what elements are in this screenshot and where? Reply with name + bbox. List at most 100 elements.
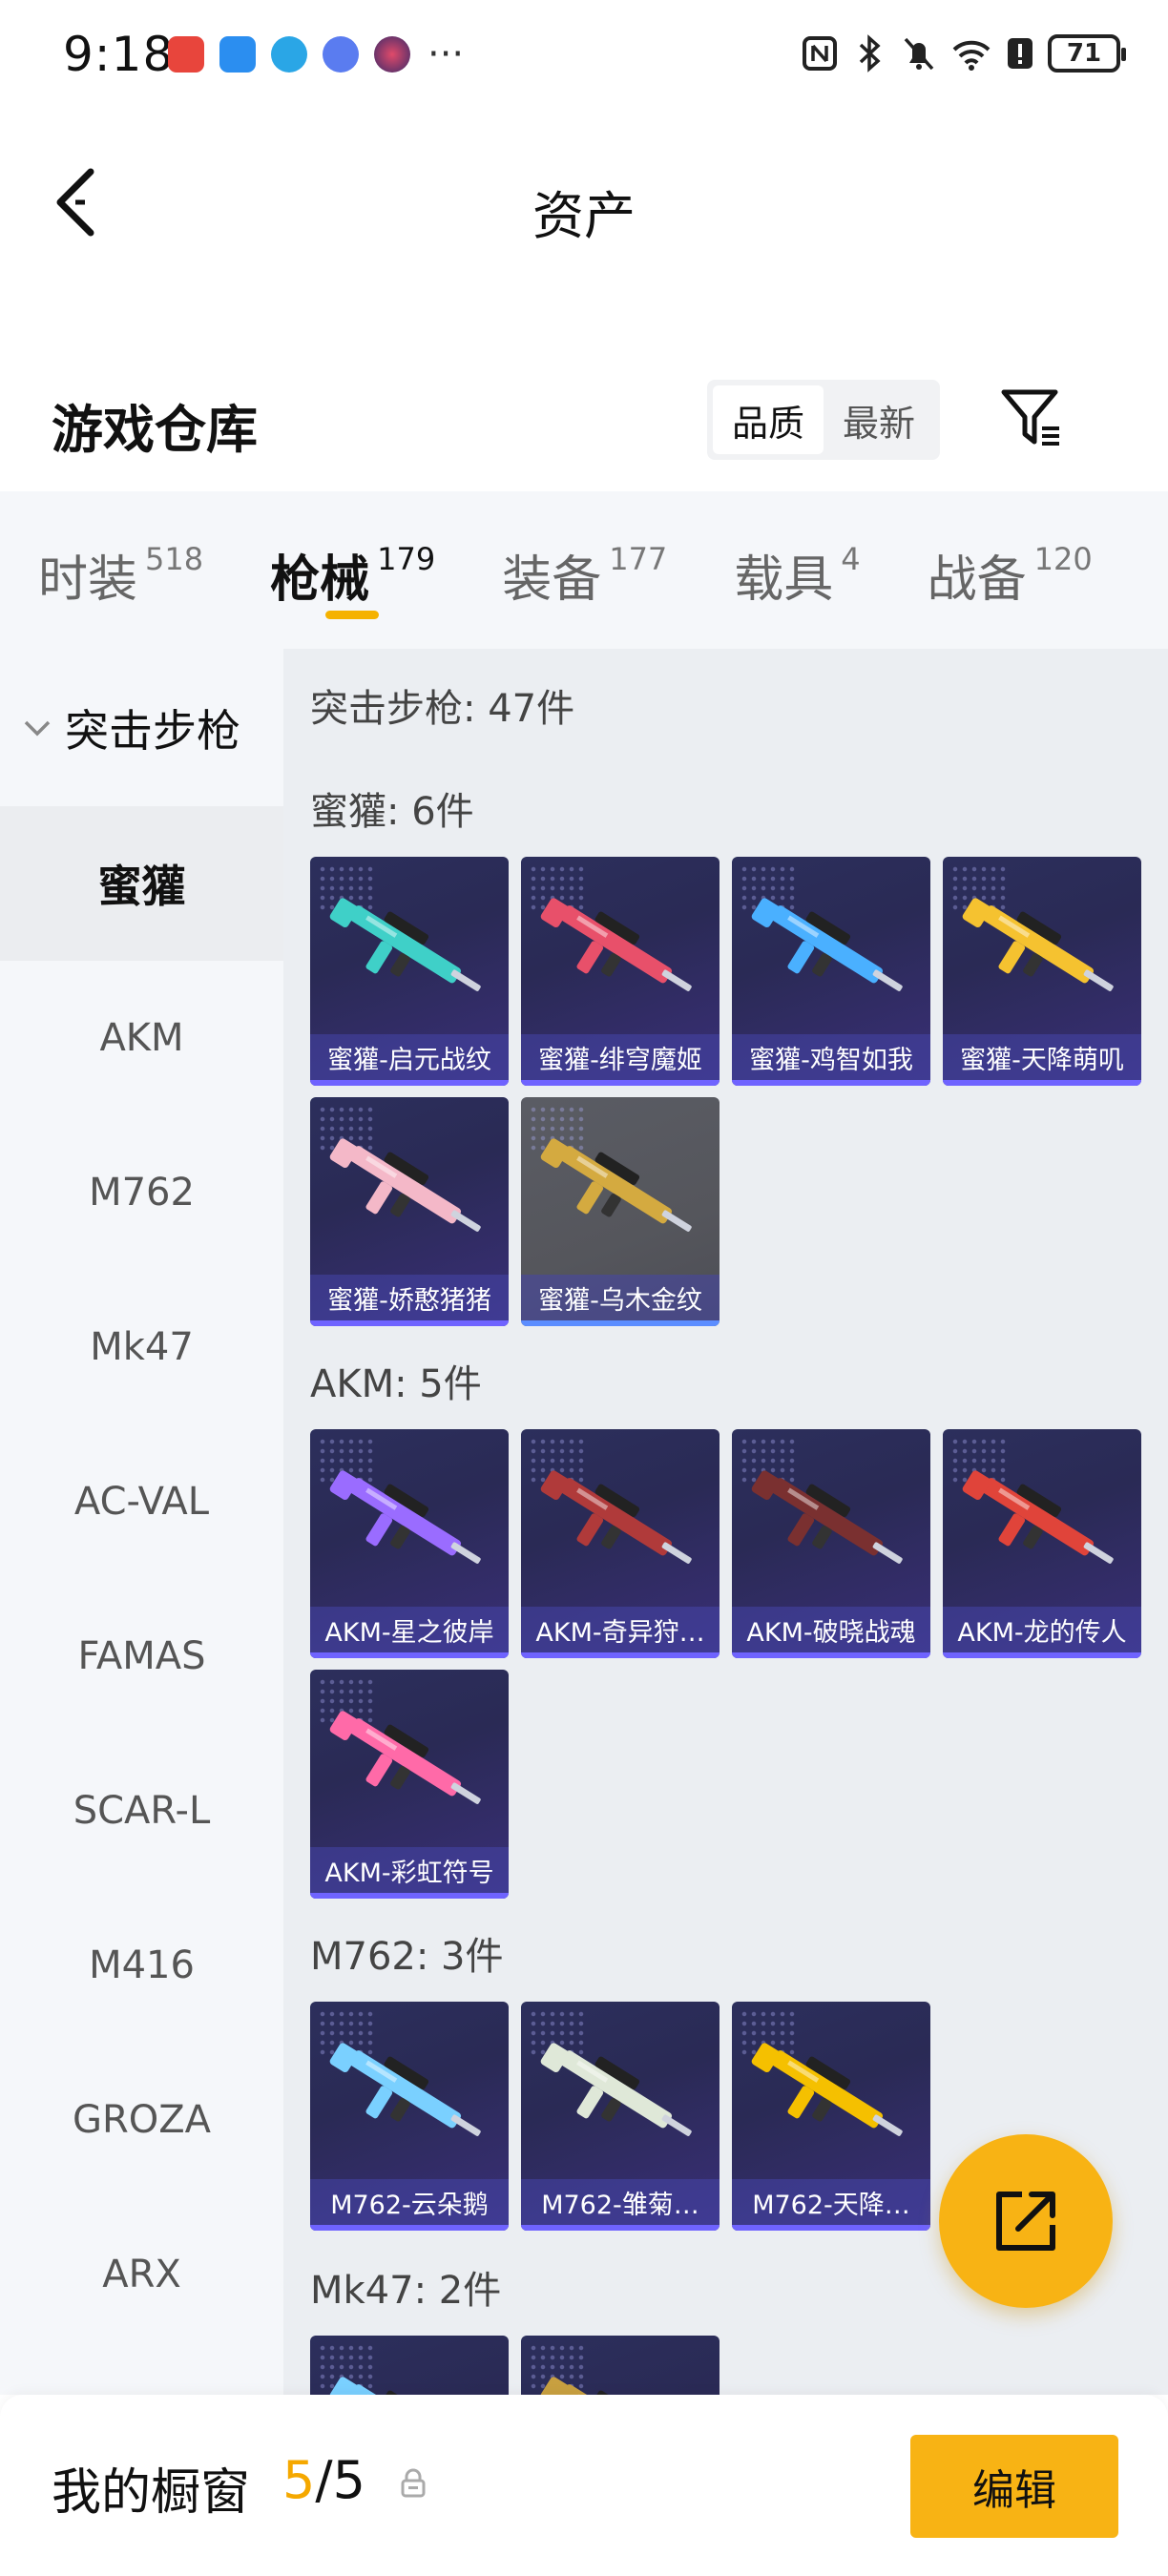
- sidenav-item-honey-badger[interactable]: 蜜獾: [0, 806, 283, 961]
- weapon-skin-card[interactable]: AKM-破晓战魂: [732, 1429, 930, 1658]
- weapon-skin-name: AKM-彩虹符号: [310, 1847, 509, 1893]
- category-tabs: 时装 518 枪械 179 装备 177 载具 4 战备 120: [0, 491, 1168, 649]
- weapon-skin-card[interactable]: 蜜獾-绯穹魔姬: [521, 857, 720, 1086]
- group-title-m762: M762: 3件: [310, 1935, 504, 1979]
- sidenav-category-header[interactable]: 突击步枪: [0, 649, 283, 806]
- tab-firearms[interactable]: 枪械 179: [270, 491, 436, 619]
- lock-icon: [401, 2468, 426, 2498]
- alert-icon: [1008, 38, 1032, 69]
- tab-fashion[interactable]: 时装 518: [38, 491, 203, 611]
- rarity-bar: [310, 1893, 509, 1899]
- status-bar: 9:18 ··· 71: [0, 0, 1168, 114]
- weapon-skin-name: M762-云朵鹅: [310, 2179, 509, 2225]
- rarity-bar: [310, 1652, 509, 1658]
- weapon-skin-card[interactable]: AKM-彩虹符号: [310, 1670, 509, 1899]
- rarity-bar: [521, 2225, 720, 2231]
- active-tab-indicator: [325, 611, 380, 619]
- rarity-bar: [310, 1320, 509, 1326]
- more-notifications-icon: ···: [428, 32, 465, 76]
- rarity-bar: [310, 1080, 509, 1086]
- sidenav-item-arx[interactable]: ARX: [0, 2197, 283, 2352]
- rarity-bar: [521, 1652, 720, 1658]
- chevron-down-icon: [24, 720, 51, 736]
- weapon-skin-card[interactable]: 蜜獾-娇憨猪猪: [310, 1097, 509, 1326]
- weapon-skin-list[interactable]: 突击步枪: 47件 蜜獾: 6件 AKM: 5件 M762: 3件 Mk47: …: [283, 649, 1168, 2395]
- status-app-icons: ···: [168, 32, 465, 76]
- game-avatar-icon: [374, 36, 410, 73]
- tab-count: 518: [145, 541, 204, 577]
- weapon-category-nav: 突击步枪 蜜獾 AKM M762 Mk47 AC-VAL FAMAS SCAR-…: [0, 649, 283, 2395]
- rarity-bar: [732, 1080, 930, 1086]
- huawei-store-icon: [168, 36, 204, 73]
- weapon-skin-name: AKM-破晓战魂: [732, 1607, 930, 1652]
- weapon-skin-card[interactable]: [310, 2336, 509, 2395]
- rarity-bar: [732, 1652, 930, 1658]
- weapon-skin-image: [329, 2043, 481, 2136]
- tab-label: 枪械: [270, 551, 370, 609]
- status-time: 9:18: [63, 27, 175, 82]
- tab-count: 120: [1033, 541, 1093, 577]
- group-title-akm: AKM: 5件: [310, 1362, 482, 1406]
- filter-button[interactable]: [998, 380, 1065, 456]
- nfc-icon: [803, 36, 837, 71]
- weapon-skin-image: [329, 1470, 481, 1564]
- sort-latest-button[interactable]: 最新: [824, 385, 934, 454]
- group-title-honey-badger: 蜜獾: 6件: [310, 790, 474, 834]
- app-icon-blue: [219, 36, 256, 73]
- sidenav-item-m762[interactable]: M762: [0, 1115, 283, 1270]
- weapon-skin-image: [540, 1470, 692, 1564]
- rarity-bar: [310, 2225, 509, 2231]
- weapon-skin-card[interactable]: 蜜獾-鸡智如我: [732, 857, 930, 1086]
- weapon-skin-card[interactable]: 蜜獾-乌木金纹: [521, 1097, 720, 1326]
- sidenav-item-mk47[interactable]: Mk47: [0, 1270, 283, 1424]
- warehouse-header: 游戏仓库 品质 最新: [0, 361, 1168, 475]
- weapon-skin-card[interactable]: M762-天降…: [732, 2002, 930, 2231]
- tab-supplies[interactable]: 战备 120: [928, 491, 1093, 611]
- share-button[interactable]: [939, 2134, 1113, 2308]
- sort-toggle: 品质 最新: [707, 380, 940, 460]
- weapon-skin-card[interactable]: [521, 2336, 720, 2395]
- tab-equipment[interactable]: 装备 177: [502, 491, 667, 611]
- weapon-skin-image: [962, 898, 1114, 991]
- showcase-count-total: 5: [332, 2450, 365, 2510]
- filter-list-icon: [1001, 389, 1059, 446]
- sidenav-item-famas[interactable]: FAMAS: [0, 1579, 283, 1734]
- tab-label: 时装: [38, 551, 138, 609]
- sidenav-item-ac-val[interactable]: AC-VAL: [0, 1424, 283, 1579]
- category-total: 突击步枪: 47件: [310, 687, 575, 731]
- showcase-count-separator: /: [315, 2450, 333, 2510]
- share-external-icon: [996, 2192, 1055, 2251]
- tab-vehicles[interactable]: 载具 4: [734, 491, 860, 611]
- weapon-skin-card[interactable]: M762-云朵鹅: [310, 2002, 509, 2231]
- weapon-skin-card[interactable]: M762-雏菊…: [521, 2002, 720, 2231]
- tab-label: 装备: [502, 551, 602, 609]
- sidenav-item-akm[interactable]: AKM: [0, 961, 283, 1115]
- tab-count: 179: [377, 541, 436, 577]
- weapon-skin-name: 蜜獾-鸡智如我: [732, 1034, 930, 1080]
- sidenav-item-groza[interactable]: GROZA: [0, 2043, 283, 2197]
- weapon-skin-name: 蜜獾-天降萌叽: [943, 1034, 1141, 1080]
- weapon-skin-card[interactable]: 蜜獾-天降萌叽: [943, 857, 1141, 1086]
- sidenav-item-m416[interactable]: M416: [0, 1888, 283, 2043]
- bluetooth-icon: [859, 34, 881, 73]
- weapon-skin-name: AKM-龙的传人: [943, 1607, 1141, 1652]
- sidenav-item-scar-l[interactable]: SCAR-L: [0, 1734, 283, 1888]
- group-title-mk47: Mk47: 2件: [310, 2269, 502, 2313]
- weapon-skin-card[interactable]: 蜜獾-启元战纹: [310, 857, 509, 1086]
- weapon-skin-image: [751, 898, 903, 991]
- tab-count: 177: [609, 541, 668, 577]
- weapon-skin-card[interactable]: AKM-龙的传人: [943, 1429, 1141, 1658]
- showcase-count-current: 5: [282, 2450, 316, 2510]
- weapon-skin-image: [329, 1138, 481, 1232]
- battery-indicator: 71: [1048, 34, 1126, 73]
- edit-button[interactable]: 编辑: [910, 2435, 1118, 2538]
- sort-quality-button[interactable]: 品质: [713, 385, 824, 454]
- wifi-icon: [952, 40, 991, 71]
- rarity-bar: [521, 1080, 720, 1086]
- status-indicators: 71: [802, 34, 1126, 73]
- music-icon: [323, 36, 359, 73]
- weapon-skin-card[interactable]: AKM-星之彼岸: [310, 1429, 509, 1658]
- weapon-skin-name: AKM-奇异狩…: [521, 1607, 720, 1652]
- weapon-skin-card[interactable]: AKM-奇异狩…: [521, 1429, 720, 1658]
- rarity-bar: [732, 2225, 930, 2231]
